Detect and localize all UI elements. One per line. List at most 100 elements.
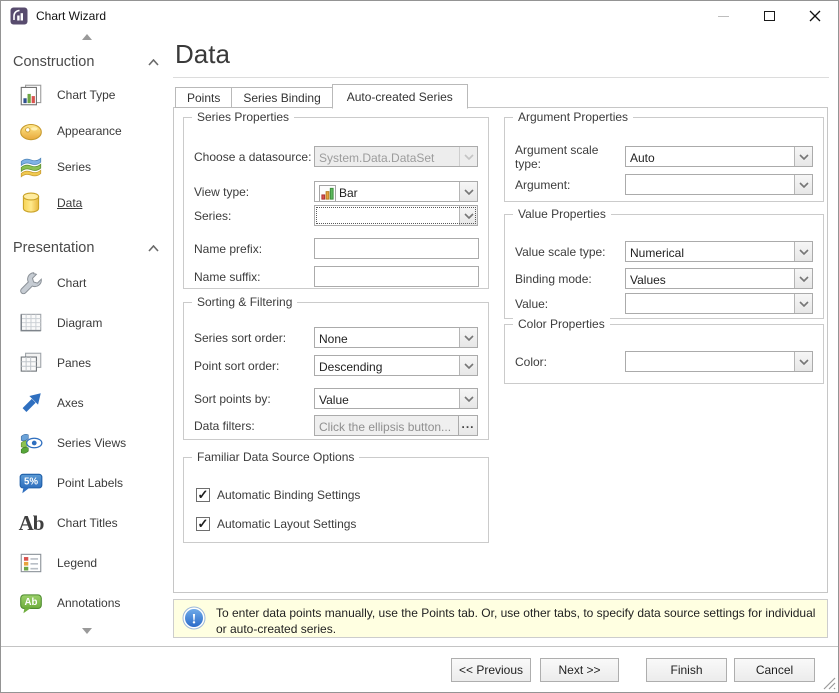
sidebar-item-diagram[interactable]: Diagram bbox=[1, 303, 173, 343]
name-suffix-input[interactable] bbox=[314, 266, 479, 287]
chevron-down-icon bbox=[459, 389, 477, 408]
tab-series-binding[interactable]: Series Binding bbox=[231, 87, 332, 108]
finish-button[interactable]: Finish bbox=[646, 658, 727, 682]
field-label: Data filters: bbox=[194, 419, 314, 433]
sidebar-item-label: Chart bbox=[57, 276, 86, 290]
argument-scale-type-combobox[interactable]: Auto bbox=[625, 146, 813, 167]
point-sort-order-combobox[interactable]: Descending bbox=[314, 355, 478, 376]
sidebar-scroll-down[interactable] bbox=[1, 625, 173, 637]
checkbox-row: ✓ Automatic Binding Settings bbox=[196, 484, 478, 505]
sidebar-item-axes[interactable]: Axes bbox=[1, 383, 173, 423]
sidebar-item-legend[interactable]: Legend bbox=[1, 543, 173, 583]
sidebar-item-data[interactable]: Data bbox=[1, 185, 173, 221]
sidebar-item-panes[interactable]: Panes bbox=[1, 343, 173, 383]
name-prefix-input[interactable] bbox=[314, 238, 479, 259]
chevron-down-icon bbox=[459, 206, 477, 225]
sidebar-item-label: Series bbox=[57, 160, 91, 174]
field-label: Point sort order: bbox=[194, 359, 314, 373]
view-type-combobox[interactable]: Bar bbox=[314, 181, 478, 202]
sidebar-item-chart[interactable]: Chart bbox=[1, 263, 173, 303]
resize-grip[interactable] bbox=[823, 677, 836, 690]
wrench-icon bbox=[16, 269, 46, 297]
sidebar-item-appearance[interactable]: Appearance bbox=[1, 113, 173, 149]
chevron-up-icon bbox=[148, 245, 159, 252]
cancel-button[interactable]: Cancel bbox=[734, 658, 815, 682]
section-header-construction[interactable]: Construction bbox=[13, 49, 159, 75]
tab-page-auto-created-series: Series Properties Choose a datasource: S… bbox=[173, 107, 828, 593]
chart-titles-icon: Ab bbox=[16, 509, 46, 537]
close-button[interactable] bbox=[792, 1, 838, 31]
point-labels-icon: 5% bbox=[16, 469, 46, 497]
group-title: Value Properties bbox=[513, 207, 611, 221]
footer-divider bbox=[1, 646, 838, 647]
minimize-button[interactable] bbox=[700, 1, 746, 31]
sidebar-scroll-up[interactable] bbox=[1, 31, 173, 43]
tab-points[interactable]: Points bbox=[175, 87, 232, 108]
checkbox-row: ✓ Automatic Layout Settings bbox=[196, 513, 478, 534]
chevron-up-icon bbox=[148, 59, 159, 66]
field-row: Sort points by: Value bbox=[194, 388, 478, 409]
chevron-down-icon bbox=[794, 269, 812, 288]
chevron-down-icon bbox=[459, 328, 477, 347]
data-filters-field[interactable]: Click the ellipsis button... ... bbox=[314, 415, 478, 436]
sidebar-item-label: Panes bbox=[57, 356, 91, 370]
field-label: Series: bbox=[194, 209, 314, 223]
check-icon: ✓ bbox=[198, 489, 209, 501]
bar-chart-icon bbox=[319, 185, 336, 202]
sidebar-item-label: Appearance bbox=[57, 124, 122, 138]
sidebar-item-label: Data bbox=[57, 196, 82, 210]
maximize-button[interactable] bbox=[746, 1, 792, 31]
value-combobox[interactable] bbox=[625, 293, 813, 314]
chevron-down-icon bbox=[794, 352, 812, 371]
svg-text:5%: 5% bbox=[24, 477, 38, 488]
checkbox-label: Automatic Layout Settings bbox=[217, 517, 356, 531]
group-sorting-filtering: Sorting & Filtering Series sort order: N… bbox=[183, 302, 489, 440]
legend-icon bbox=[16, 549, 46, 577]
chevron-down-icon bbox=[794, 242, 812, 261]
series-combobox[interactable] bbox=[314, 205, 478, 226]
field-row: Argument scale type: Auto bbox=[515, 146, 813, 167]
chevron-down-icon bbox=[459, 147, 477, 166]
field-label: Argument: bbox=[515, 178, 625, 192]
info-text: To enter data points manually, use the P… bbox=[216, 605, 816, 637]
tab-auto-created-series[interactable]: Auto-created Series bbox=[332, 84, 468, 109]
group-title: Sorting & Filtering bbox=[192, 295, 297, 309]
ellipsis-button[interactable]: ... bbox=[458, 416, 477, 435]
svg-text:!: ! bbox=[192, 612, 197, 628]
sort-points-by-combobox[interactable]: Value bbox=[314, 388, 478, 409]
sidebar-item-annotations[interactable]: Ab Annotations bbox=[1, 583, 173, 623]
field-row: View type: Bar bbox=[194, 181, 478, 202]
value-scale-type-combobox[interactable]: Numerical bbox=[625, 241, 813, 262]
info-icon: ! bbox=[182, 606, 206, 630]
group-argument-properties: Argument Properties Argument scale type:… bbox=[504, 117, 824, 202]
sidebar-item-series[interactable]: Series bbox=[1, 149, 173, 185]
next-button[interactable]: Next >> bbox=[540, 658, 619, 682]
chevron-down-icon bbox=[794, 147, 812, 166]
section-label: Presentation bbox=[13, 240, 94, 256]
sidebar-item-label: Chart Titles bbox=[57, 516, 118, 530]
close-icon bbox=[809, 10, 821, 22]
argument-combobox[interactable] bbox=[625, 174, 813, 195]
chevron-down-icon bbox=[459, 356, 477, 375]
info-bar: ! To enter data points manually, use the… bbox=[173, 599, 828, 638]
sidebar-item-series-views[interactable]: Series Views bbox=[1, 423, 173, 463]
palette-icon bbox=[16, 117, 46, 145]
field-row: Value: bbox=[515, 293, 813, 314]
sidebar-item-chart-type[interactable]: Chart Type bbox=[1, 77, 173, 113]
chevron-down-icon bbox=[459, 182, 477, 201]
binding-mode-combobox[interactable]: Values bbox=[625, 268, 813, 289]
field-label: Value: bbox=[515, 297, 625, 311]
color-combobox[interactable] bbox=[625, 351, 813, 372]
previous-button[interactable]: << Previous bbox=[451, 658, 531, 682]
sidebar-item-label: Point Labels bbox=[57, 476, 123, 490]
series-sort-order-combobox[interactable]: None bbox=[314, 327, 478, 348]
section-label: Construction bbox=[13, 54, 94, 70]
sidebar-item-label: Chart Type bbox=[57, 88, 115, 102]
automatic-layout-checkbox[interactable]: ✓ bbox=[196, 517, 210, 531]
sidebar-item-point-labels[interactable]: 5% Point Labels bbox=[1, 463, 173, 503]
tab-strip: Points Series Binding Auto-created Serie… bbox=[175, 83, 467, 108]
sidebar-item-chart-titles[interactable]: Ab Chart Titles bbox=[1, 503, 173, 543]
field-label: Binding mode: bbox=[515, 272, 625, 286]
section-header-presentation[interactable]: Presentation bbox=[13, 235, 159, 261]
automatic-binding-checkbox[interactable]: ✓ bbox=[196, 488, 210, 502]
